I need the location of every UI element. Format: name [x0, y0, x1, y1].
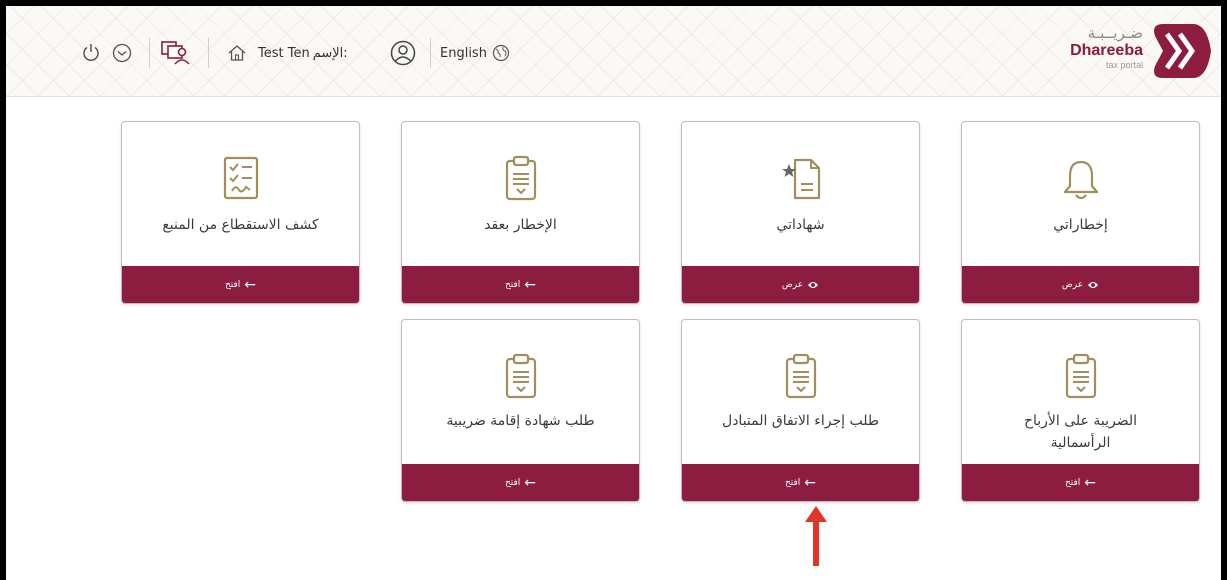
eye-icon — [808, 281, 819, 288]
header-separator — [430, 38, 431, 68]
card-title: إخطاراتي — [1053, 217, 1108, 233]
card-my-notifications[interactable]: إخطاراتي عرض — [961, 121, 1200, 304]
open-button[interactable]: ← افتح — [682, 464, 919, 501]
card-withholding-statement[interactable]: كشف الاستقطاع من المنبع ← افتح — [121, 121, 360, 304]
clipboard-icon — [1065, 353, 1096, 399]
arrow-left-icon: ← — [1084, 474, 1097, 491]
clipboard-icon — [785, 353, 816, 399]
card-title: شهاداتي — [776, 217, 825, 233]
logo-english: Dhareeba — [1070, 42, 1143, 59]
view-button[interactable]: عرض — [682, 266, 919, 303]
button-label: افتح — [784, 477, 801, 488]
chevron-down-icon[interactable] — [111, 42, 133, 64]
language-label[interactable]: English — [440, 46, 487, 61]
app-frame: Test Ten الإسم: English ضـريــبـة Dharee… — [6, 6, 1221, 580]
arrow-left-icon: ← — [524, 276, 537, 293]
user-name-prefix: الإسم: — [312, 45, 348, 61]
user-name-label: Test Ten الإسم: — [258, 43, 348, 63]
certificate-icon — [781, 158, 820, 200]
language-switch[interactable]: English — [440, 43, 510, 63]
open-button[interactable]: ← افتح — [962, 464, 1199, 501]
power-icon[interactable] — [80, 42, 102, 64]
card-title: الإخطار بعقد — [484, 217, 557, 233]
header-separator — [208, 38, 209, 68]
button-label: عرض — [1061, 279, 1084, 290]
card-title: طلب إجراء الاتفاق المتبادل — [722, 413, 879, 429]
button-label: افتح — [504, 477, 521, 488]
card-tax-residency-request[interactable]: طلب شهادة إقامة ضريبية ← افتح — [401, 319, 640, 502]
clipboard-icon — [505, 353, 536, 399]
open-button[interactable]: ← افتح — [402, 266, 639, 303]
arrow-left-icon: ← — [524, 474, 537, 491]
clipboard-icon — [505, 155, 536, 201]
logo-mark-icon — [1154, 24, 1211, 78]
logo-text: ضـريــبـة Dhareeba tax portal — [1070, 26, 1143, 70]
logo-arabic: ضـريــبـة — [1087, 24, 1143, 42]
button-label: افتح — [224, 279, 241, 290]
card-mutual-agreement-request[interactable]: طلب إجراء الاتفاق المتبادل ← افتح — [681, 319, 920, 502]
arrow-left-icon: ← — [804, 474, 817, 491]
header-separator — [149, 38, 150, 68]
card-title: كشف الاستقطاع من المنبع — [162, 217, 319, 233]
eye-icon — [1088, 281, 1099, 288]
view-button[interactable]: عرض — [962, 266, 1199, 303]
card-contract-notification[interactable]: الإخطار بعقد ← افتح — [401, 121, 640, 304]
arrow-left-icon: ← — [244, 276, 257, 293]
user-name: Test Ten — [258, 45, 310, 61]
annotation-arrow-icon — [805, 506, 827, 566]
card-title: الضريبة على الأرباح الرأسمالية — [1023, 413, 1138, 451]
open-button[interactable]: ← افتح — [402, 464, 639, 501]
home-icon[interactable] — [226, 43, 248, 63]
open-button[interactable]: ← افتح — [122, 266, 359, 303]
card-title: طلب شهادة إقامة ضريبية — [446, 413, 595, 429]
card-my-certificates[interactable]: شهاداتي عرض — [681, 121, 920, 304]
button-label: افتح — [504, 279, 521, 290]
switch-profile-icon[interactable] — [159, 39, 191, 67]
logo-subtitle: tax portal — [1105, 60, 1143, 70]
bell-icon — [1063, 160, 1098, 200]
checklist-icon — [223, 156, 258, 200]
user-avatar-icon[interactable] — [390, 40, 416, 66]
button-label: افتح — [1064, 477, 1081, 488]
top-header: Test Ten الإسم: English ضـريــبـة Dharee… — [6, 6, 1221, 97]
button-label: عرض — [781, 279, 804, 290]
card-capital-gains-tax[interactable]: الضريبة على الأرباح الرأسمالية ← افتح — [961, 319, 1200, 502]
globe-icon — [492, 44, 510, 62]
dhareeba-logo[interactable]: ضـريــبـة Dhareeba tax portal — [1033, 20, 1213, 82]
